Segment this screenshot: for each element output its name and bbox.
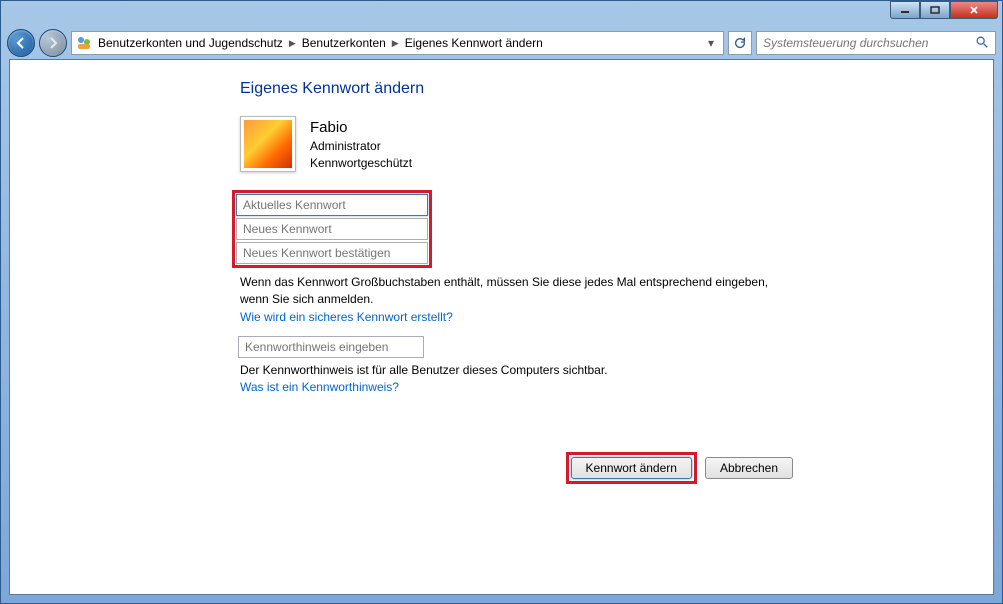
forward-button[interactable] [39,29,67,57]
titlebar [1,1,1002,27]
hint-input-wrap [238,336,424,358]
user-role: Administrator [310,138,412,155]
hint-help-link[interactable]: Was ist ein Kennworthinweis? [240,380,399,394]
breadcrumb-item[interactable]: Benutzerkonten und Jugendschutz [96,36,285,50]
user-accounts-icon [76,35,92,51]
change-password-button[interactable]: Kennwort ändern [571,457,692,479]
close-button[interactable] [950,1,998,19]
user-info: Fabio Administrator Kennwortgeschützt [310,117,412,172]
hint-note-text: Der Kennworthinweis ist für alle Benutze… [240,362,770,379]
navigation-bar: Benutzerkonten und Jugendschutz ▶ Benutz… [1,27,1002,59]
cancel-button[interactable]: Abbrechen [705,457,793,479]
maximize-button[interactable] [920,1,950,19]
back-button[interactable] [7,29,35,57]
search-box[interactable] [756,31,996,55]
address-bar[interactable]: Benutzerkonten und Jugendschutz ▶ Benutz… [71,31,724,55]
refresh-button[interactable] [728,31,752,55]
page-title: Eigenes Kennwort ändern [240,80,993,98]
address-dropdown-icon[interactable]: ▾ [703,36,719,50]
breadcrumb-item[interactable]: Eigenes Kennwort ändern [403,36,545,50]
user-status: Kennwortgeschützt [310,155,412,172]
search-icon[interactable] [975,35,989,52]
new-password-input[interactable] [236,218,428,240]
search-input[interactable] [763,36,975,50]
content-area: Eigenes Kennwort ändern Fabio Administra… [9,59,994,595]
confirm-password-input[interactable] [236,242,428,264]
current-password-input[interactable] [236,194,428,216]
chevron-right-icon: ▶ [289,38,296,49]
control-panel-window: Benutzerkonten und Jugendschutz ▶ Benutz… [0,0,1003,604]
user-name: Fabio [310,117,412,138]
password-fields-highlight [232,190,432,268]
primary-button-highlight: Kennwort ändern [566,452,697,484]
secure-password-link[interactable]: Wie wird ein sicheres Kennwort erstellt? [240,310,453,324]
user-tile: Fabio Administrator Kennwortgeschützt [240,116,993,172]
breadcrumb-item[interactable]: Benutzerkonten [300,36,388,50]
minimize-button[interactable] [890,1,920,19]
password-hint-input[interactable] [238,336,424,358]
avatar-image [244,120,292,168]
button-row: Kennwort ändern Abbrechen [566,452,793,484]
chevron-right-icon: ▶ [392,38,399,49]
caps-warning-text: Wenn das Kennwort Großbuchstaben enthält… [240,274,770,308]
avatar [240,116,296,172]
window-controls [890,1,998,19]
